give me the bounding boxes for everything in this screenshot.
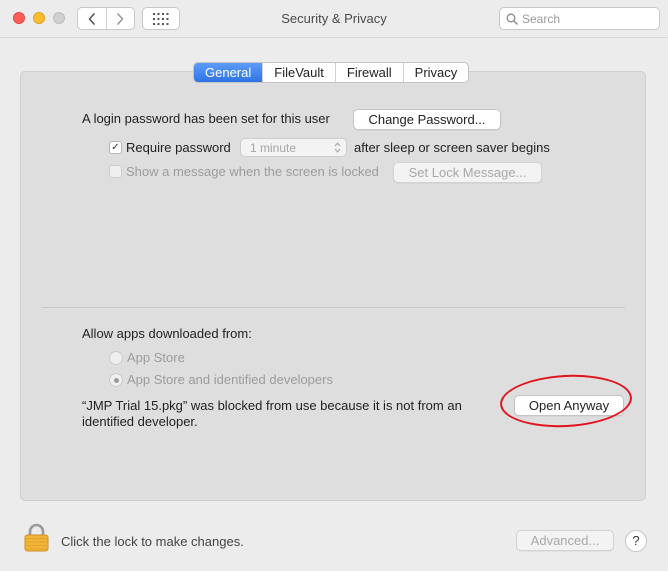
show-message-checkbox[interactable] — [109, 165, 122, 178]
require-password-label: Require password — [126, 140, 231, 155]
tab-filevault[interactable]: FileVault — [262, 63, 335, 82]
radio-app-store-identified[interactable] — [109, 373, 123, 387]
lock-hint-text: Click the lock to make changes. — [61, 534, 244, 549]
blocked-message-line-1: “JMP Trial 15.pkg” was blocked from use … — [82, 398, 462, 413]
content-panel — [20, 71, 646, 501]
set-lock-message-button[interactable]: Set Lock Message... — [393, 162, 542, 183]
after-sleep-text: after sleep or screen saver begins — [354, 140, 550, 155]
open-anyway-button[interactable]: Open Anyway — [514, 395, 624, 416]
allow-apps-heading: Allow apps downloaded from: — [82, 326, 252, 341]
login-password-text: A login password has been set for this u… — [82, 111, 330, 126]
radio-app-store-label: App Store — [127, 350, 185, 365]
radio-app-store-identified-label: App Store and identified developers — [127, 372, 333, 387]
blocked-message-line-2: identified developer. — [82, 414, 198, 429]
radio-app-store[interactable] — [109, 351, 123, 365]
show-message-label: Show a message when the screen is locked — [126, 164, 379, 179]
require-password-delay-popup[interactable]: 1 minute — [240, 138, 347, 157]
search-input[interactable] — [522, 11, 652, 26]
radio-selected-dot — [113, 377, 119, 383]
tab-privacy[interactable]: Privacy — [402, 63, 469, 82]
tab-bar: General FileVault Firewall Privacy — [193, 62, 470, 83]
section-divider — [42, 307, 625, 308]
advanced-button[interactable]: Advanced... — [516, 530, 614, 551]
require-password-checkbox[interactable]: ✓ — [109, 141, 122, 154]
change-password-button[interactable]: Change Password... — [353, 109, 501, 130]
search-field[interactable] — [499, 7, 660, 30]
up-down-arrows-icon — [334, 142, 341, 153]
lock-icon — [24, 523, 49, 552]
tab-general[interactable]: General — [194, 63, 263, 82]
tab-firewall[interactable]: Firewall — [334, 63, 403, 82]
lock-button[interactable] — [24, 523, 49, 555]
require-password-delay-value: 1 minute — [250, 140, 297, 155]
search-icon — [506, 13, 518, 25]
help-button[interactable]: ? — [625, 530, 647, 552]
checkmark-icon: ✓ — [111, 141, 120, 153]
